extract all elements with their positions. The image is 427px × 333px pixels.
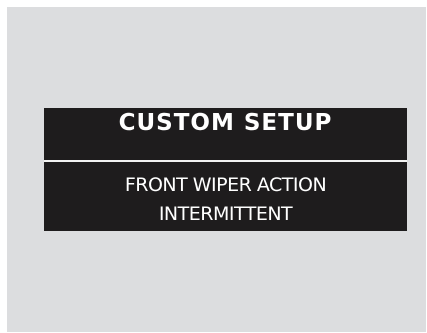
display-title: CUSTOM SETUP: [118, 110, 333, 136]
display-header: CUSTOM SETUP: [44, 108, 407, 159]
setting-value: INTERMITTENT: [158, 203, 293, 225]
header-divider: [44, 160, 407, 162]
setting-name: FRONT WIPER ACTION: [124, 174, 327, 196]
setting-info: FRONT WIPER ACTION INTERMITTENT: [44, 171, 407, 229]
display-panel: CUSTOM SETUP FRONT WIPER ACTION INTERMIT…: [44, 108, 407, 231]
screen-background: CUSTOM SETUP FRONT WIPER ACTION INTERMIT…: [7, 7, 426, 332]
